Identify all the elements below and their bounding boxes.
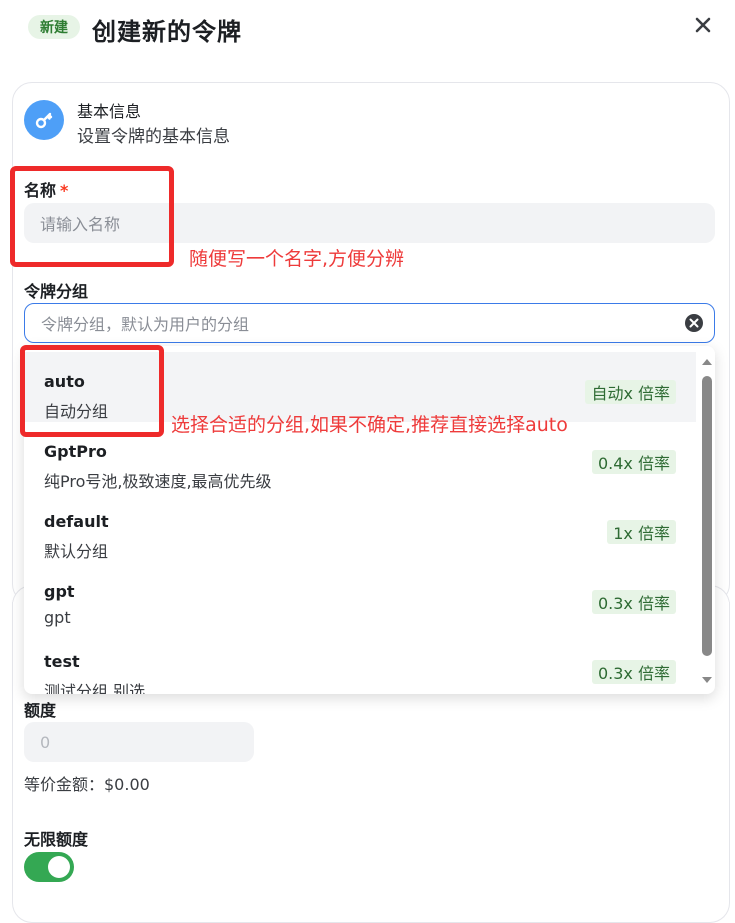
new-badge: 新建 <box>28 15 80 39</box>
toggle-knob <box>48 856 70 878</box>
unlimited-label: 无限额度 <box>24 830 89 849</box>
section-title: 基本信息 <box>77 102 142 121</box>
group-option-desc: 默认分组 <box>44 542 109 561</box>
key-icon <box>24 100 64 140</box>
annotation-group-note: 选择合适的分组,如果不确定,推荐直接选择auto <box>171 414 568 436</box>
close-icon <box>695 17 711 33</box>
scroll-up-arrow[interactable] <box>700 356 714 368</box>
quota-input-placeholder: 0 <box>40 732 51 752</box>
group-option-desc: 纯Pro号池,极致速度,最高优先级 <box>44 472 272 491</box>
close-button[interactable] <box>690 12 716 38</box>
group-option-name: gpt <box>44 582 75 601</box>
quota-input[interactable]: 0 <box>24 722 254 762</box>
group-option-rate-badge: 自动x 倍率 <box>585 380 676 404</box>
group-option-gpt[interactable]: gpt gpt 0.3x 倍率 <box>24 562 696 632</box>
group-option-default[interactable]: default 默认分组 1x 倍率 <box>24 492 696 562</box>
group-label: 令牌分组 <box>24 282 89 301</box>
quota-equivalent: 等价金额：$0.00 <box>24 775 150 794</box>
unlimited-toggle[interactable] <box>24 852 74 882</box>
group-option-desc: 测试分组,别选 <box>44 682 146 694</box>
group-option-desc: gpt <box>44 608 71 627</box>
group-option-name: GptPro <box>44 442 107 461</box>
group-option-name: default <box>44 512 109 531</box>
group-option-rate-badge: 0.3x 倍率 <box>591 590 676 614</box>
group-select-placeholder: 令牌分组，默认为用户的分组 <box>41 315 250 334</box>
group-option-test[interactable]: test 测试分组,别选 0.3x 倍率 <box>24 632 696 694</box>
quota-label: 额度 <box>24 701 57 720</box>
page-title: 创建新的令牌 <box>92 18 242 46</box>
clear-icon[interactable] <box>684 313 704 333</box>
group-option-rate-badge: 0.3x 倍率 <box>591 660 676 684</box>
group-option-rate-badge: 1x 倍率 <box>607 520 676 544</box>
section-subtitle: 设置令牌的基本信息 <box>77 127 230 147</box>
annotation-name-note: 随便写一个名字,方便分辨 <box>189 248 405 270</box>
group-option-name: test <box>44 652 80 671</box>
group-option-rate-badge: 0.4x 倍率 <box>591 450 676 474</box>
scrollbar-thumb[interactable] <box>702 376 712 656</box>
annotation-box-name <box>10 166 174 267</box>
annotation-box-group <box>20 345 164 437</box>
scroll-down-arrow[interactable] <box>700 674 714 686</box>
group-select[interactable]: 令牌分组，默认为用户的分组 <box>24 303 715 343</box>
